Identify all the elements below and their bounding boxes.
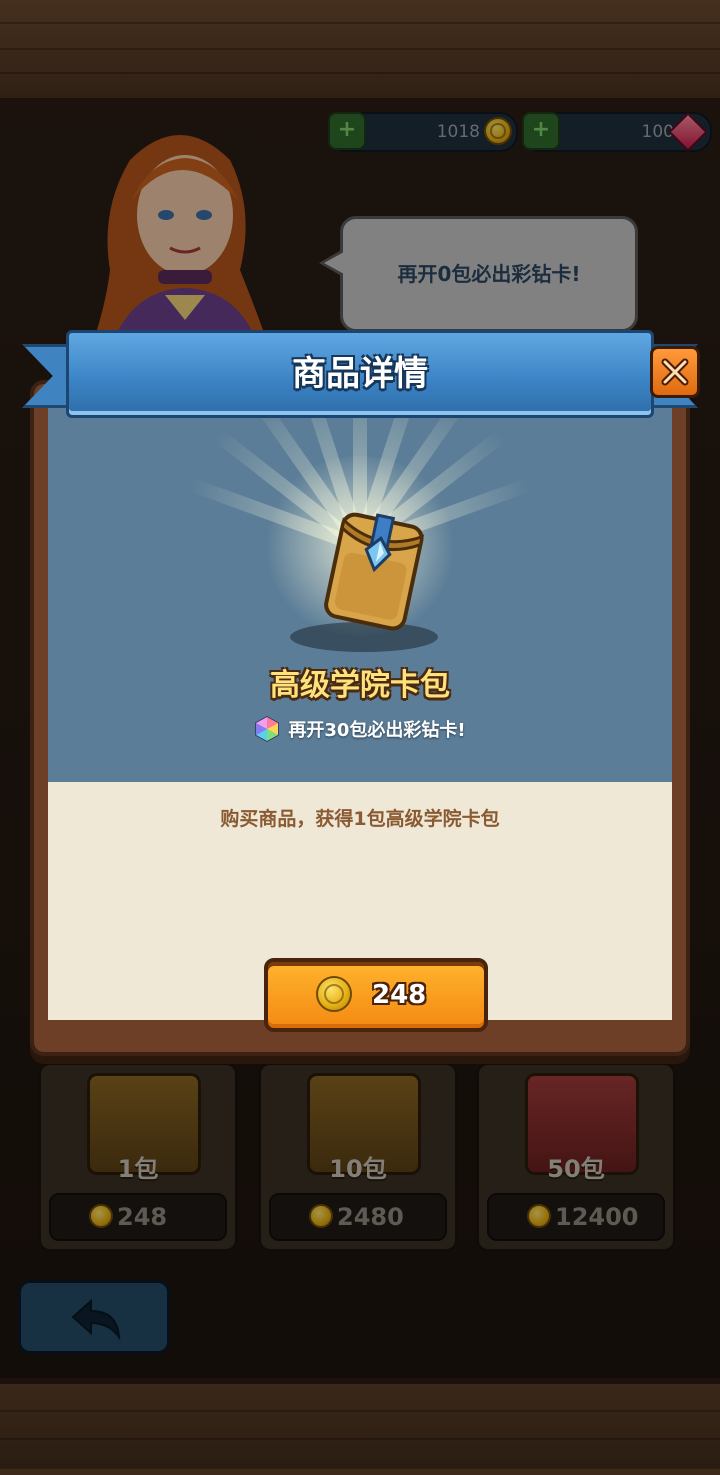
product-detail-dialog: 高级学院卡包 再开30包必出彩钻卡! 购买商品，获得1包高级学院卡包 248	[30, 380, 690, 1056]
product-showcase: 高级学院卡包 再开30包必出彩钻卡!	[48, 396, 672, 782]
card-pack-icon	[324, 512, 425, 631]
close-button[interactable]	[650, 346, 700, 398]
product-description: 购买商品，获得1包高级学院卡包	[220, 808, 500, 830]
buy-price: 248	[372, 980, 427, 1010]
dialog-title: 商品详情	[292, 354, 428, 394]
dialog-title-ribbon: 商品详情	[66, 330, 654, 418]
close-icon	[661, 358, 689, 386]
coin-icon	[316, 976, 352, 1012]
rainbow-gem-icon	[255, 716, 280, 742]
buy-button[interactable]: 248	[264, 958, 488, 1032]
guarantee-text: 再开30包必出彩钻卡!	[288, 720, 466, 741]
product-description-area: 购买商品，获得1包高级学院卡包 248	[48, 782, 672, 1032]
product-name: 高级学院卡包	[270, 668, 450, 703]
guarantee-note: 再开30包必出彩钻卡!	[48, 716, 672, 742]
